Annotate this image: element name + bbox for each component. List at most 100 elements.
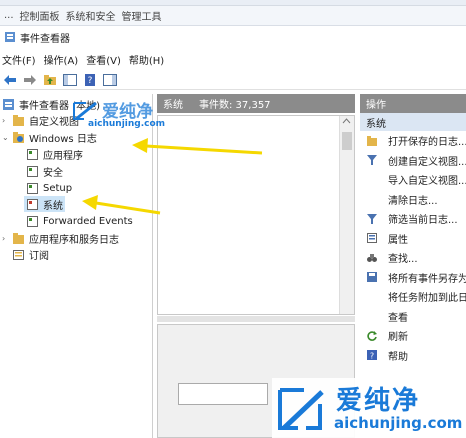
action-item[interactable]: 查看 [360, 307, 466, 327]
event-viewer-icon [3, 98, 14, 110]
action-item-label: 帮助 [388, 351, 408, 363]
folder-icon [13, 114, 24, 126]
tree-subscriptions[interactable]: 订阅 [12, 246, 49, 262]
watermark-brand-large: 爱纯净 [336, 386, 421, 416]
event-viewer-icon [5, 32, 15, 42]
tree-system-label: 系统 [43, 200, 63, 212]
tree-app-service-logs[interactable]: › 应用程序和服务日志 [2, 230, 119, 246]
expand-icon[interactable]: › [2, 116, 12, 125]
save-icon [367, 272, 377, 283]
action-pane-icon [103, 73, 117, 86]
action-item-label: 查找... [388, 254, 418, 266]
folder-open-icon [367, 135, 377, 146]
log-icon [27, 165, 38, 177]
address-crumb-1[interactable]: ... [4, 10, 14, 21]
action-item-label: 刷新 [388, 332, 408, 344]
action-item[interactable]: 打开保存的日志... [360, 131, 466, 151]
tree-forwarded-events[interactable]: Forwarded Events [26, 213, 133, 229]
tree-forwarded-label: Forwarded Events [43, 215, 133, 227]
actions-section-system[interactable]: 系统 [360, 113, 466, 131]
empty-icon-slot [366, 291, 378, 303]
actions-header: 操作 [360, 94, 466, 113]
tree-setup[interactable]: Setup [26, 180, 72, 196]
detail-box[interactable] [178, 383, 268, 405]
up-folder-button[interactable] [42, 72, 58, 88]
event-list-scrollbar[interactable] [339, 116, 354, 314]
folder-icon [13, 131, 24, 143]
tree-application-label: 应用程序 [43, 150, 83, 162]
action-item[interactable]: 创建自定义视图... [360, 151, 466, 171]
address-crumb-2[interactable]: 控制面板 [20, 8, 60, 23]
help-toolbar-button[interactable]: ? [82, 72, 98, 88]
arrow-right-icon [24, 74, 36, 85]
svg-text:?: ? [370, 352, 374, 361]
tree-security[interactable]: 安全 [26, 163, 63, 179]
action-item[interactable]: 将任务附加到此日志... [360, 287, 466, 307]
scroll-up-icon[interactable] [340, 116, 353, 126]
log-icon [27, 215, 38, 227]
address-crumb-4[interactable]: 管理工具 [122, 8, 162, 23]
svg-text:?: ? [88, 76, 93, 86]
action-item[interactable]: ? 帮助 [360, 346, 466, 366]
expand-icon[interactable]: › [2, 234, 12, 243]
action-item[interactable]: 将所有事件另存为... [360, 268, 466, 288]
action-item[interactable]: 属性 [360, 229, 466, 249]
tree-windows-logs[interactable]: ⌄ Windows 日志 [2, 129, 97, 145]
menu-file[interactable]: 文件(F) [0, 52, 42, 67]
action-item-label: 导入自定义视图... [388, 176, 466, 188]
action-item-label: 查看 [388, 312, 408, 324]
console-tree: 事件查看器 (本地) › 自定义视图 ⌄ Windows 日志 应用程序 安全 … [0, 94, 153, 438]
address-crumb-3[interactable]: 系统和安全 [66, 8, 116, 23]
tree-security-label: 安全 [43, 167, 63, 179]
toolbar: ? [0, 70, 466, 90]
subscription-icon [13, 249, 24, 260]
action-item-label: 将任务附加到此日志... [388, 293, 466, 305]
menu-action[interactable]: 操作(A) [42, 52, 85, 67]
log-icon [27, 182, 38, 194]
tree-custom-views[interactable]: › 自定义视图 [2, 112, 79, 128]
action-item[interactable]: 刷新 [360, 326, 466, 346]
folder-up-icon [44, 74, 56, 85]
watermark-url-small: aichunjing.com [88, 119, 166, 129]
collapse-icon[interactable]: ⌄ [2, 133, 12, 142]
action-item-label: 创建自定义视图... [388, 156, 466, 168]
menu-help[interactable]: 帮助(H) [127, 52, 170, 67]
address-bar[interactable]: ... 控制面板 系统和安全 管理工具 [0, 6, 466, 26]
log-header: 系统 事件数: 37,357 [157, 94, 355, 113]
action-item[interactable]: 筛选当前日志... [360, 209, 466, 229]
window-title: 事件查看器 [20, 33, 70, 45]
tree-app-service-logs-label: 应用程序和服务日志 [29, 234, 119, 246]
binoculars-icon [367, 253, 377, 262]
action-item-label: 属性 [388, 234, 408, 246]
filter-icon [367, 155, 377, 166]
tree-application[interactable]: 应用程序 [26, 146, 83, 162]
properties-icon [367, 233, 377, 244]
show-hide-tree-button[interactable] [62, 72, 78, 88]
action-list: 打开保存的日志... 创建自定义视图... 导入自定义视图... 清除日志... 筛选当… [360, 131, 466, 365]
show-action-pane-button[interactable] [102, 72, 118, 88]
empty-icon-slot [366, 193, 378, 205]
action-item[interactable]: 导入自定义视图... [360, 170, 466, 190]
forward-button[interactable] [22, 72, 38, 88]
folder-icon [13, 232, 24, 244]
event-list[interactable] [157, 115, 355, 315]
action-item-label: 清除日志... [388, 195, 438, 207]
action-item[interactable]: 查找... [360, 248, 466, 268]
scroll-thumb[interactable] [342, 132, 352, 150]
arrow-left-icon [4, 74, 16, 85]
back-button[interactable] [2, 72, 18, 88]
tree-subscriptions-label: 订阅 [29, 250, 49, 262]
watermark-small: 爱纯净 aichunjing.com [72, 97, 182, 131]
filter-icon [367, 213, 377, 224]
menu-bar: 文件(F) 操作(A) 查看(V) 帮助(H) [0, 50, 466, 68]
pane-splitter[interactable] [157, 316, 355, 322]
window-titlebar: 事件查看器 [0, 27, 466, 47]
empty-icon-slot [366, 174, 378, 186]
action-item[interactable]: 清除日志... [360, 190, 466, 210]
action-item-label: 打开保存的日志... [388, 137, 466, 149]
menu-view[interactable]: 查看(V) [84, 52, 127, 67]
log-icon [27, 148, 38, 160]
tree-system[interactable]: 系统 [24, 196, 65, 212]
tree-windows-logs-label: Windows 日志 [29, 133, 97, 145]
help-book-icon: ? [85, 73, 95, 86]
